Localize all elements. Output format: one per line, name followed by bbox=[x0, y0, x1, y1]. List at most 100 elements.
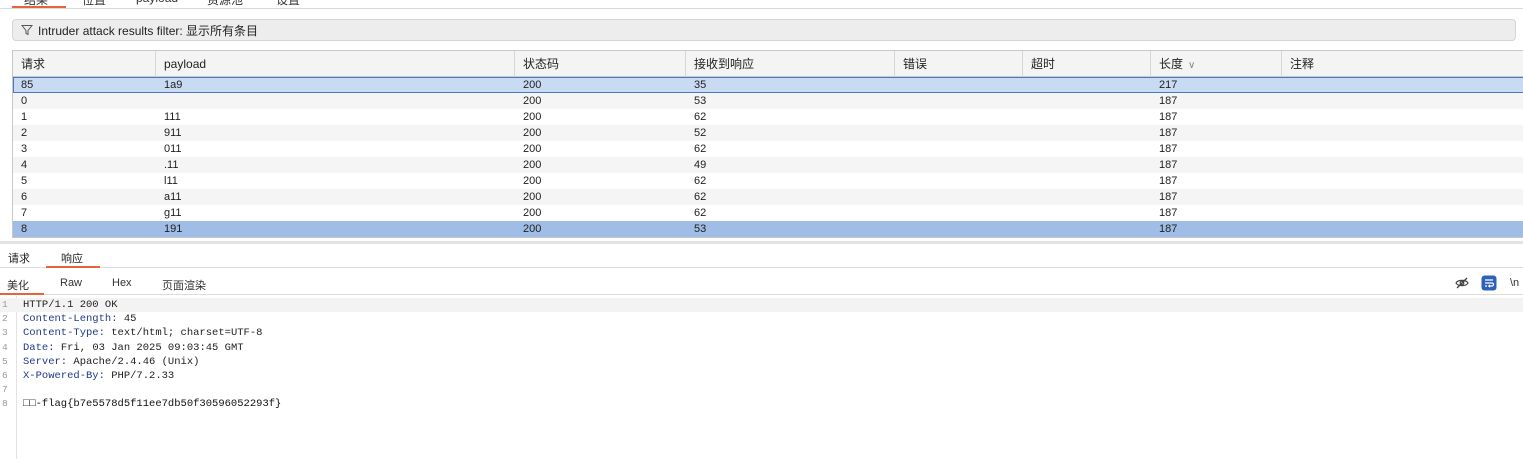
cell-received: 52 bbox=[694, 127, 707, 139]
code-content: HTTP/1.1 200 OK bbox=[23, 298, 118, 312]
cell-timeout bbox=[1023, 93, 1031, 109]
cell-payload: 1a9 bbox=[164, 79, 183, 91]
results-table: 请求 payload 状态码 接收到响应 错误 超时 长度 ∨ 注释 85 1a9 2… bbox=[12, 50, 1523, 238]
table-body: 85 1a9 200 35 217 0 200 53 187 1 111 200 62 187 2 911 20… bbox=[13, 77, 1523, 237]
cell-length: 187 bbox=[1159, 95, 1178, 107]
cell-timeout bbox=[1023, 205, 1031, 221]
tab-request[interactable]: 请求 bbox=[8, 250, 30, 266]
cell-received: 35 bbox=[694, 79, 707, 91]
cell-length: 187 bbox=[1159, 159, 1178, 171]
header-value: Fri, 03 Jan 2025 09:03:45 GMT bbox=[54, 341, 244, 354]
cell-status: 200 bbox=[523, 207, 542, 219]
header-value: Apache/2.4.46 (Unix) bbox=[67, 355, 200, 368]
cell-request: 8 bbox=[21, 223, 28, 235]
table-row[interactable]: 0 200 53 187 bbox=[13, 93, 1523, 109]
cell-comment bbox=[1282, 157, 1290, 173]
cell-request: 6 bbox=[21, 191, 28, 203]
table-row[interactable]: 6 a11 200 62 187 bbox=[13, 189, 1523, 205]
newline-toggle[interactable]: \n bbox=[1510, 277, 1519, 289]
header-value: PHP/7.2.33 bbox=[104, 370, 175, 382]
line-number: 1 bbox=[2, 299, 8, 310]
wrap-icon[interactable] bbox=[1481, 275, 1497, 291]
cell-received: 49 bbox=[694, 159, 707, 171]
code-content: Content-Type: text/html; charset=UTF-8 bbox=[23, 326, 262, 340]
table-row[interactable]: 4 .11 200 49 187 bbox=[13, 157, 1523, 173]
response-body: □□-flag{b7e5578d5f11ee7db50f30596052293f… bbox=[23, 398, 282, 411]
column-header-label: 状态码 bbox=[523, 57, 560, 71]
column-header-request[interactable]: 请求 bbox=[13, 51, 156, 77]
column-header-label: 超时 bbox=[1031, 57, 1056, 71]
cell-timeout bbox=[1023, 141, 1031, 157]
code-line: 1 HTTP/1.1 200 OK bbox=[0, 298, 1523, 312]
column-header-response-received[interactable]: 接收到响应 bbox=[686, 51, 895, 77]
cell-received: 62 bbox=[694, 207, 707, 219]
column-header-label: 接收到响应 bbox=[694, 57, 755, 71]
tab-payloads[interactable]: payload bbox=[136, 0, 178, 5]
eye-off-icon[interactable] bbox=[1454, 275, 1470, 291]
pane-divider[interactable] bbox=[0, 241, 1523, 244]
cell-status: 200 bbox=[523, 159, 542, 171]
cell-comment bbox=[1282, 205, 1290, 221]
column-header-payload[interactable]: payload bbox=[156, 51, 515, 77]
cell-received: 62 bbox=[694, 111, 707, 123]
column-header-status[interactable]: 状态码 bbox=[515, 51, 686, 77]
cell-request: 7 bbox=[21, 207, 28, 219]
column-header-length[interactable]: 长度 ∨ bbox=[1151, 51, 1282, 77]
cell-comment bbox=[1282, 189, 1290, 205]
tab-pretty[interactable]: 美化 bbox=[7, 277, 29, 293]
header-name: Server: bbox=[23, 355, 68, 368]
cell-length: 187 bbox=[1159, 143, 1178, 155]
line-number: 7 bbox=[2, 384, 8, 396]
table-row[interactable]: 1 111 200 62 187 bbox=[13, 109, 1523, 125]
cell-length: 187 bbox=[1159, 223, 1178, 235]
response-editor[interactable]: 1 HTTP/1.1 200 OK 2 Content-Length: 45 3 Cont… bbox=[0, 296, 1523, 459]
code-line: 3 Content-Type: text/html; charset=UTF-8 bbox=[0, 326, 1523, 340]
line-number: 8 bbox=[2, 398, 8, 410]
results-filter-bar[interactable]: Intruder attack results filter: 显示所有条目 bbox=[12, 19, 1516, 41]
cell-comment bbox=[1282, 109, 1290, 125]
cell-received: 62 bbox=[694, 143, 707, 155]
tab-settings[interactable]: 设置 bbox=[276, 0, 300, 8]
cell-request: 85 bbox=[21, 79, 34, 91]
column-header-timeout[interactable]: 超时 bbox=[1023, 51, 1151, 77]
filter-label: Intruder attack results filter: 显示所有条目 bbox=[38, 23, 259, 38]
cell-status: 200 bbox=[523, 143, 542, 155]
table-row[interactable]: 8 191 200 53 187 bbox=[13, 221, 1523, 237]
cell-error bbox=[895, 205, 903, 221]
cell-status: 200 bbox=[523, 175, 542, 187]
header-name: X-Powered-By: bbox=[23, 370, 105, 382]
table-row[interactable]: 85 1a9 200 35 217 bbox=[13, 77, 1523, 93]
cell-payload bbox=[156, 93, 164, 109]
code-content: □□-flag{b7e5578d5f11ee7db50f30596052293f… bbox=[23, 397, 281, 411]
column-header-label: 请求 bbox=[21, 57, 46, 71]
tab-render[interactable]: 页面渲染 bbox=[162, 277, 206, 293]
cell-error bbox=[895, 157, 903, 173]
tab-response[interactable]: 响应 bbox=[61, 250, 83, 266]
cell-request: 5 bbox=[21, 175, 28, 187]
tab-raw[interactable]: Raw bbox=[60, 277, 82, 289]
table-row[interactable]: 2 911 200 52 187 bbox=[13, 125, 1523, 141]
table-row[interactable]: 3 011 200 62 187 bbox=[13, 141, 1523, 157]
sort-chevron-down-icon: ∨ bbox=[1188, 60, 1196, 71]
column-header-comment[interactable]: 注释 bbox=[1282, 51, 1523, 77]
cell-request: 2 bbox=[21, 127, 28, 139]
column-header-label: 注释 bbox=[1290, 57, 1315, 71]
header-name: Content-Length: bbox=[23, 313, 118, 326]
cell-payload: 111 bbox=[164, 111, 181, 123]
code-content: X-Powered-By: PHP/7.2.33 bbox=[23, 369, 174, 383]
cell-error bbox=[895, 189, 903, 205]
cell-comment bbox=[1282, 141, 1290, 157]
tab-positions[interactable]: 位置 bbox=[82, 0, 106, 8]
cell-length: 187 bbox=[1159, 191, 1178, 203]
line-number: 4 bbox=[2, 341, 8, 353]
line-number: 3 bbox=[2, 327, 8, 339]
cell-request: 1 bbox=[21, 111, 28, 123]
table-row[interactable]: 5 l11 200 62 187 bbox=[13, 173, 1523, 189]
tab-resource-pool[interactable]: 资源池 bbox=[207, 0, 243, 8]
cell-comment bbox=[1282, 125, 1290, 141]
cell-payload: 911 bbox=[164, 127, 182, 139]
table-row[interactable]: 7 g11 200 62 187 bbox=[13, 205, 1523, 221]
tab-hex[interactable]: Hex bbox=[112, 277, 132, 289]
column-header-error[interactable]: 错误 bbox=[895, 51, 1023, 77]
cell-error bbox=[895, 173, 903, 189]
